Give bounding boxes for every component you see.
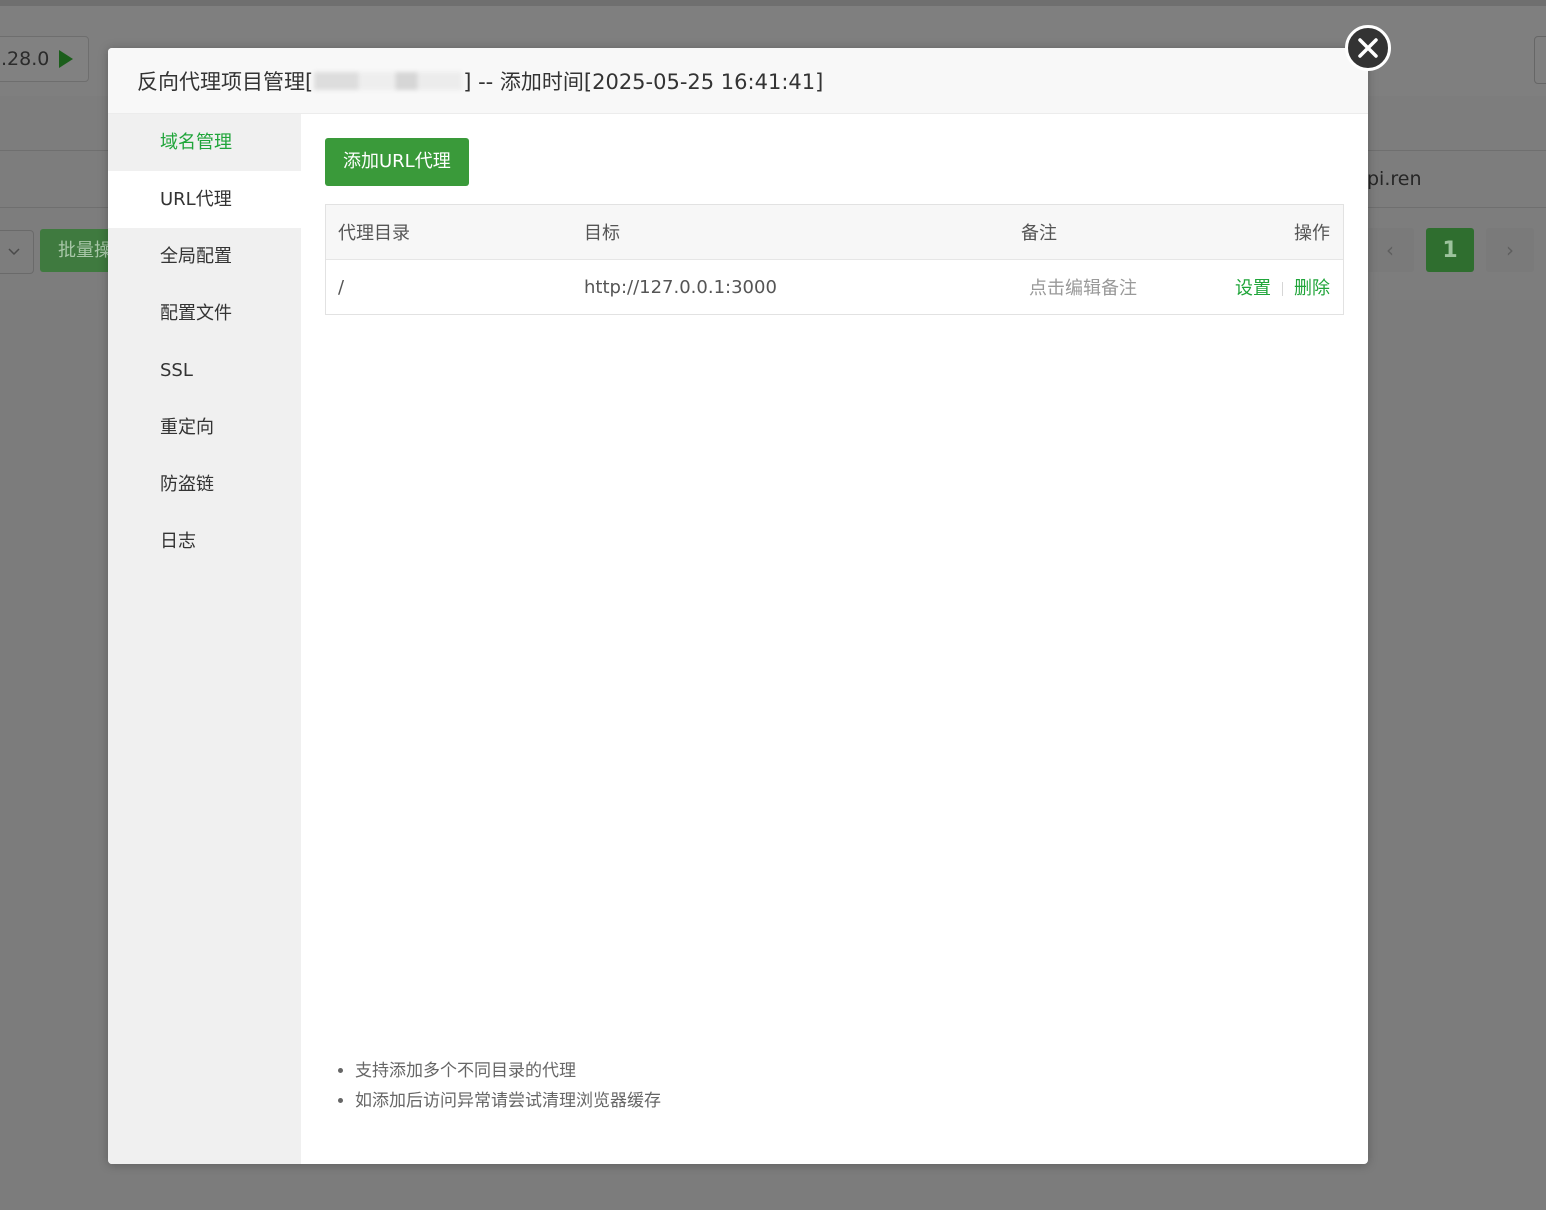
tip-item: 如添加后访问异常请尝试清理浏览器缓存: [355, 1086, 661, 1116]
sidebar-item-ssl[interactable]: SSL: [108, 342, 301, 399]
cell-target: http://127.0.0.1:3000: [584, 276, 777, 298]
column-header-actions: 操作: [1294, 223, 1330, 244]
modal-sidebar: 域名管理 URL代理 全局配置 配置文件 SSL 重定向 防盗链 日志: [108, 114, 301, 1164]
edit-remark-field[interactable]: 点击编辑备注: [1021, 274, 1211, 300]
modal-header: 反向代理项目管理[ ] -- 添加时间[2025-05-25 16:41:41]: [108, 48, 1368, 114]
column-header-remark: 备注: [1021, 223, 1057, 244]
background-current-page: 1: [1426, 228, 1474, 272]
sidebar-item-redirect[interactable]: 重定向: [108, 399, 301, 456]
chevron-down-icon: [0, 230, 34, 274]
column-header-target: 目标: [584, 223, 620, 244]
table-header: 代理目录 目标 备注 操作: [326, 205, 1343, 260]
close-button[interactable]: [1345, 25, 1391, 71]
url-proxy-panel: 添加URL代理 代理目录 目标 备注 操作 / http://127.0.0.1…: [301, 114, 1368, 1164]
background-version-text: .28.0: [1, 48, 50, 70]
close-icon: [1358, 38, 1378, 58]
background-right-button: [1534, 36, 1546, 84]
sidebar-item-domain[interactable]: 域名管理: [108, 114, 301, 171]
play-icon: [59, 50, 74, 68]
sidebar-item-url-proxy[interactable]: URL代理: [108, 171, 301, 228]
reverse-proxy-modal: 反向代理项目管理[ ] -- 添加时间[2025-05-25 16:41:41]…: [108, 48, 1368, 1164]
cell-path: /: [338, 276, 345, 298]
background-prev-page: ‹: [1366, 228, 1414, 272]
tips-list: 支持添加多个不同目录的代理 如添加后访问异常请尝试清理浏览器缓存: [331, 1056, 661, 1116]
delete-link[interactable]: 删除: [1294, 278, 1330, 299]
tip-item: 支持添加多个不同目录的代理: [355, 1056, 661, 1086]
cell-actions: 设置 删除: [1211, 274, 1343, 300]
sidebar-item-log[interactable]: 日志: [108, 513, 301, 570]
proxy-table: 代理目录 目标 备注 操作 / http://127.0.0.1:3000 点击…: [325, 204, 1344, 315]
action-divider: [1282, 282, 1283, 296]
modal-title-prefix: 反向代理项目管理[: [137, 69, 314, 94]
column-header-path: 代理目录: [338, 223, 410, 244]
add-url-proxy-button[interactable]: 添加URL代理: [325, 138, 469, 186]
sidebar-item-config-file[interactable]: 配置文件: [108, 285, 301, 342]
background-domain-text: pi.ren: [1367, 168, 1422, 190]
settings-link[interactable]: 设置: [1235, 278, 1271, 299]
sidebar-item-hotlink[interactable]: 防盗链: [108, 456, 301, 513]
modal-title-suffix: ] -- 添加时间[2025-05-25 16:41:41]: [463, 69, 824, 94]
background-next-page: ›: [1486, 228, 1534, 272]
redacted-domain: [314, 71, 463, 90]
background-version-box: .28.0: [0, 36, 89, 82]
sidebar-item-global-config[interactable]: 全局配置: [108, 228, 301, 285]
modal-body: 域名管理 URL代理 全局配置 配置文件 SSL 重定向 防盗链 日志 添加UR…: [108, 114, 1368, 1164]
table-row: / http://127.0.0.1:3000 点击编辑备注 设置 删除: [326, 260, 1343, 314]
